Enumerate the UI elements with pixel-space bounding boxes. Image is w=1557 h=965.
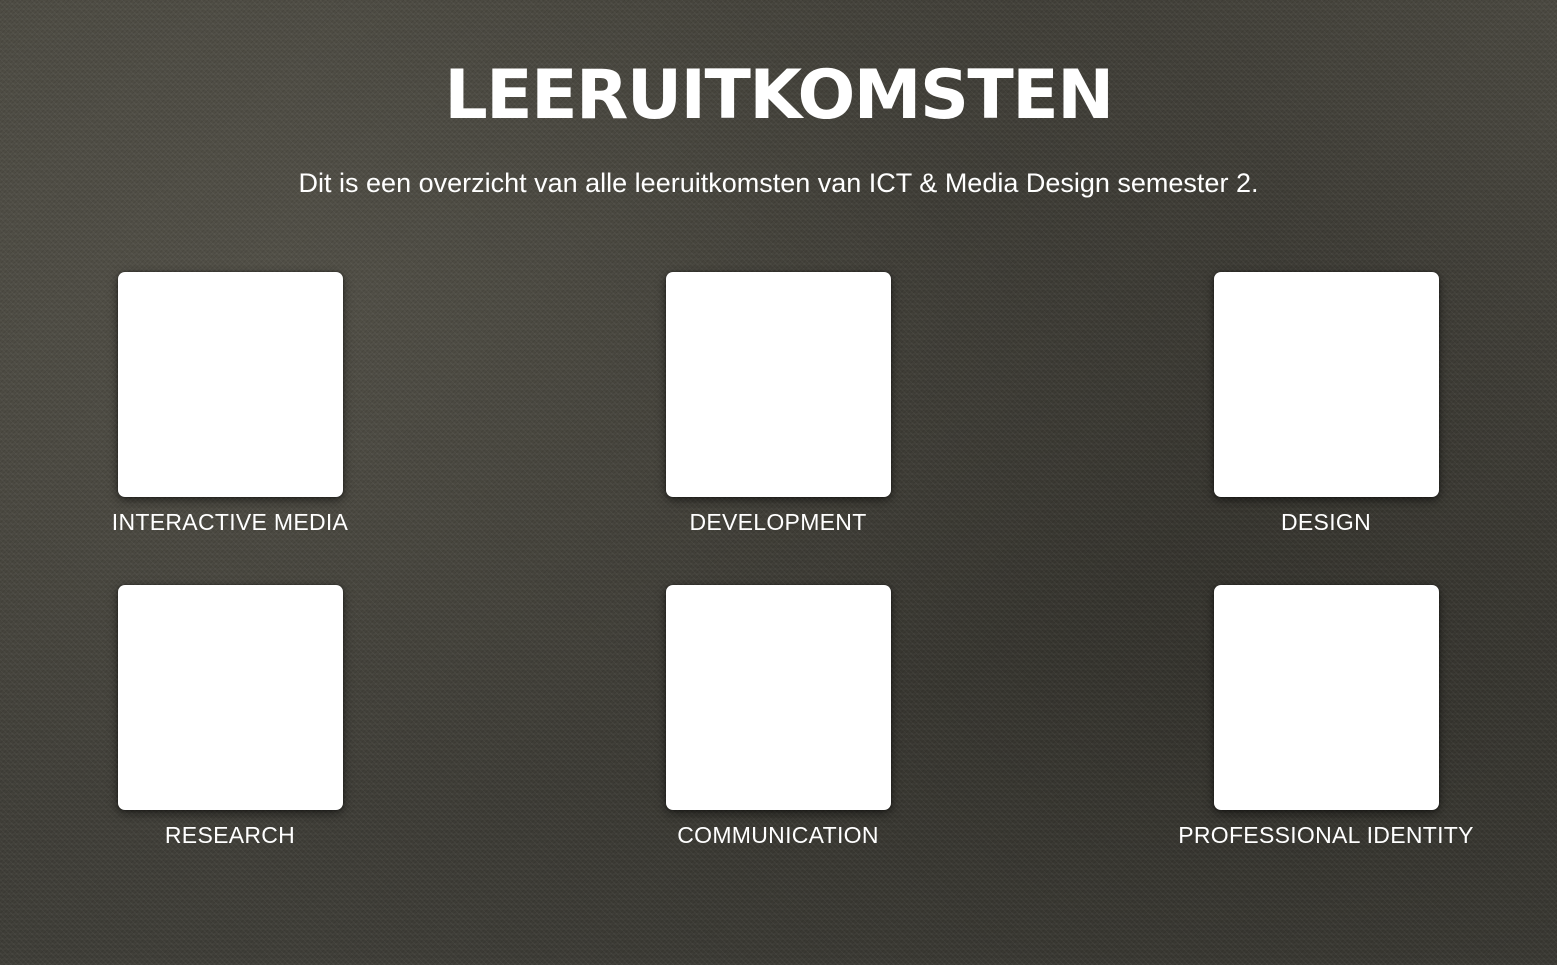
card-communication[interactable]: COMMUNICATION <box>588 585 968 865</box>
card-image-placeholder[interactable] <box>118 585 343 810</box>
card-image-placeholder[interactable] <box>1214 585 1439 810</box>
card-label[interactable]: COMMUNICATION <box>588 821 968 849</box>
card-professional-identity[interactable]: PROFESSIONAL IDENTITY <box>1136 585 1516 865</box>
card-image-placeholder[interactable] <box>1214 272 1439 497</box>
card-label[interactable]: INTERACTIVE MEDIA <box>40 508 420 536</box>
card-research[interactable]: RESEARCH <box>40 585 420 865</box>
card-image-placeholder[interactable] <box>666 585 891 810</box>
card-label[interactable]: PROFESSIONAL IDENTITY <box>1136 821 1516 849</box>
card-label[interactable]: RESEARCH <box>40 821 420 849</box>
card-design[interactable]: DESIGN <box>1136 272 1516 552</box>
card-label[interactable]: DESIGN <box>1136 508 1516 536</box>
card-development[interactable]: DEVELOPMENT <box>588 272 968 552</box>
card-interactive-media[interactable]: INTERACTIVE MEDIA <box>40 272 420 552</box>
card-image-placeholder[interactable] <box>118 272 343 497</box>
card-label[interactable]: DEVELOPMENT <box>588 508 968 536</box>
card-image-placeholder[interactable] <box>666 272 891 497</box>
learning-outcomes-grid: INTERACTIVE MEDIA DEVELOPMENT DESIGN RES… <box>0 0 1557 965</box>
